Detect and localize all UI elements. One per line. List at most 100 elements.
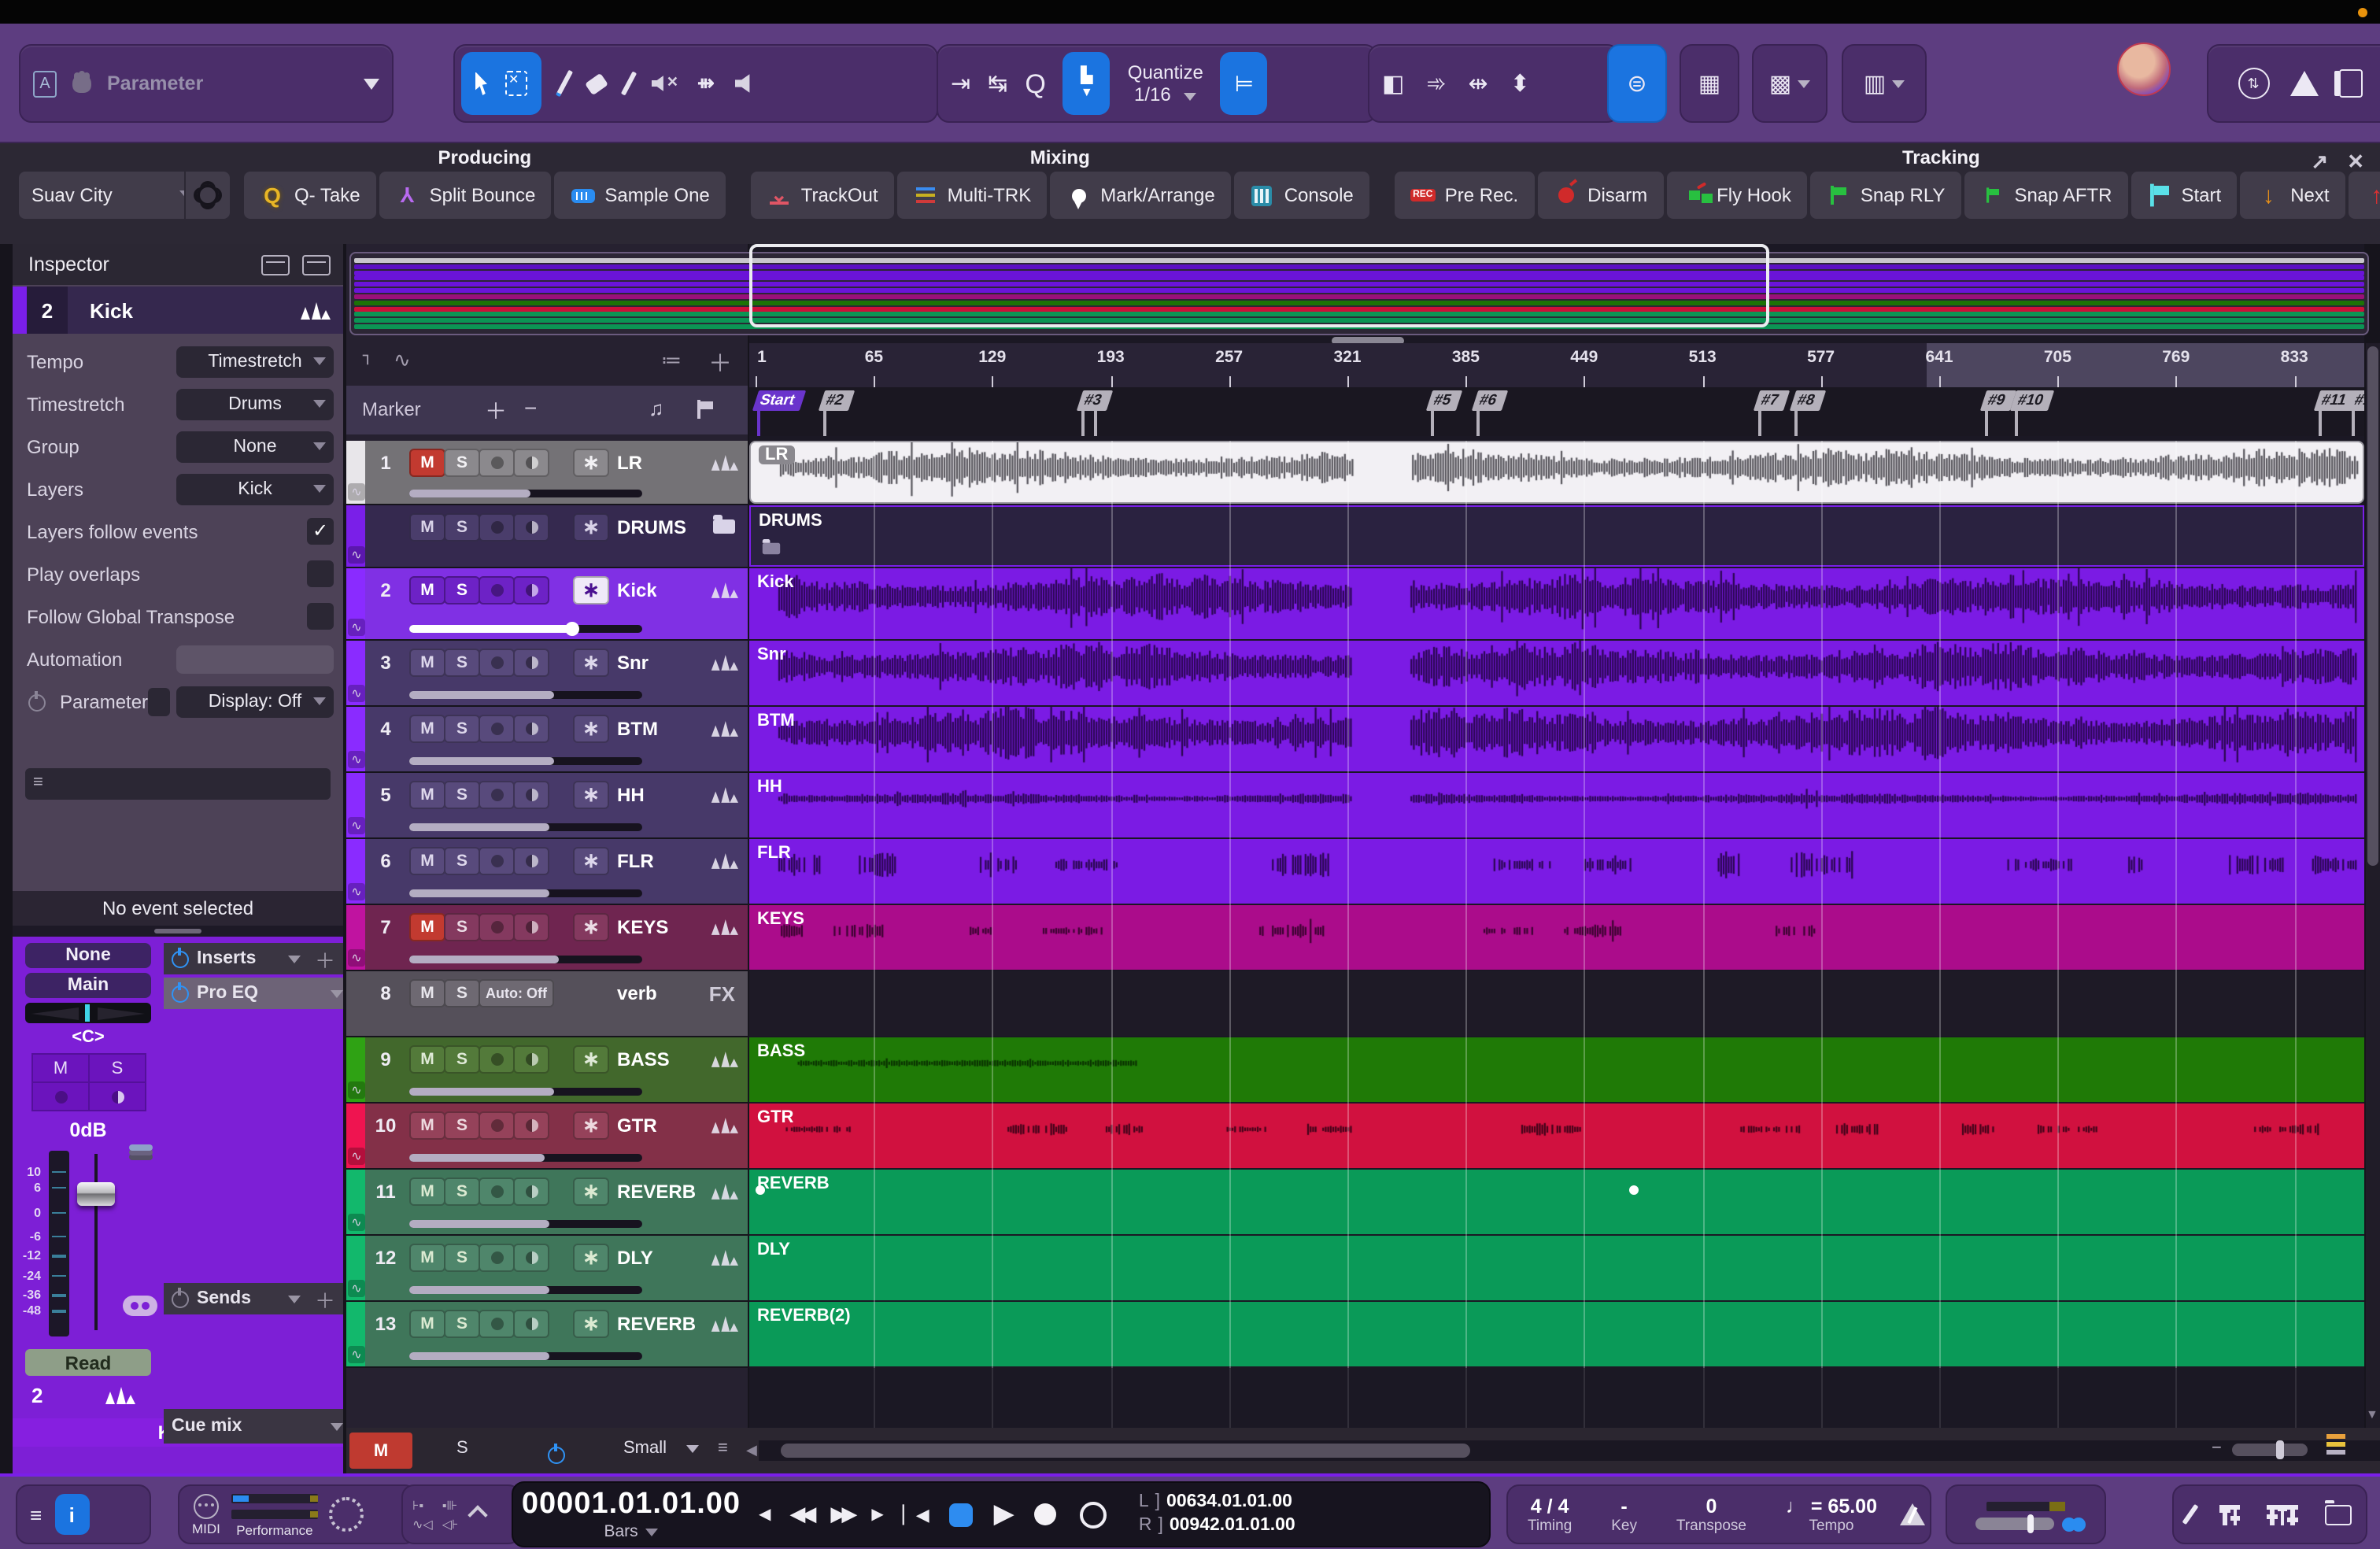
tempo-track-icon[interactable]: ♫ <box>649 397 664 420</box>
track-event-fx-button[interactable]: ∗ <box>573 781 609 809</box>
sends-add-icon[interactable]: ＋ <box>315 1284 335 1314</box>
key-setting[interactable]: -Key <box>1611 1495 1637 1534</box>
cue-mix-caret[interactable] <box>331 1422 343 1430</box>
parameter-mini-box[interactable] <box>148 688 170 716</box>
marker-flag-6[interactable]: #6 <box>1472 390 1508 411</box>
overview-viewport[interactable] <box>749 244 1769 327</box>
track-automation-toggle[interactable]: ∿ <box>348 949 365 967</box>
lane-reverb-2-[interactable]: REVERB(2) <box>749 1302 2364 1366</box>
parameter-power-icon[interactable] <box>28 694 46 712</box>
track-list-options-icon[interactable]: ≡ <box>718 1439 728 1458</box>
record-button[interactable] <box>1035 1503 1057 1525</box>
quantize-q-icon[interactable]: Q <box>1025 70 1045 97</box>
inserts-power-icon[interactable] <box>172 950 189 967</box>
macro-button-start[interactable]: Start <box>2131 172 2238 219</box>
horizontal-zoom-icon[interactable]: ⇹ <box>1469 72 1488 95</box>
track-header-drums[interactable]: ∿MS∗DRUMS <box>346 505 748 568</box>
track-monitor-button[interactable] <box>513 715 549 743</box>
track-record-button[interactable] <box>479 715 515 743</box>
track-mute-button[interactable]: M <box>409 1045 445 1074</box>
loop-range[interactable]: L]00634.01.01.00 R]00942.01.01.00 <box>1139 1491 1295 1538</box>
track-height-button[interactable]: ⊜ <box>1607 44 1667 123</box>
monitor-volume-slider[interactable] <box>1975 1518 2054 1530</box>
track-header-kick-2[interactable]: ∿2MS∗Kick <box>346 568 748 641</box>
nudge-back-button[interactable]: ◀ <box>759 1506 771 1523</box>
autoscroll-icon[interactable]: ◧ <box>1382 72 1404 95</box>
add-marker-icon[interactable]: ＋ <box>485 395 507 427</box>
track-event-fx-button[interactable]: ∗ <box>573 449 609 477</box>
track-mute-button[interactable]: M <box>409 1111 445 1140</box>
track-record-button[interactable] <box>479 1244 515 1272</box>
lane-reverb[interactable]: REVERB <box>749 1170 2364 1234</box>
parameter-dropdown-caret[interactable] <box>364 78 379 89</box>
track-solo-button[interactable]: S <box>444 649 480 677</box>
cue-mix-header[interactable]: Cue mix <box>164 1409 343 1444</box>
track-monitor-button[interactable] <box>513 576 549 604</box>
macro-button-console[interactable]: Console <box>1234 172 1369 219</box>
insert-slot-pro-eq[interactable]: Pro EQ <box>164 978 343 1009</box>
parameter-display-dropdown[interactable]: Display: Off <box>176 686 334 718</box>
track-event-fx-button[interactable]: ∗ <box>573 1244 609 1272</box>
pan-slider[interactable] <box>25 1003 151 1023</box>
channel-output-main[interactable]: Main <box>25 973 151 998</box>
inspector-compact-icon[interactable] <box>261 254 290 275</box>
zoom-slider-handle[interactable] <box>2276 1440 2284 1459</box>
track-header-dly-12[interactable]: ∿12MS∗DLY <box>346 1236 748 1302</box>
inserts-caret[interactable] <box>288 955 301 963</box>
track-mute-button[interactable]: M <box>409 847 445 875</box>
mix-view-icon[interactable]: ⇅ <box>2238 68 2269 99</box>
time-display[interactable]: 00001.01.01.00 Bars <box>513 1488 749 1541</box>
autopunch-icon[interactable]: ∿◁ <box>412 1517 433 1531</box>
macro-button-disarm[interactable]: Disarm <box>1537 172 1663 219</box>
track-monitor-button[interactable] <box>513 781 549 809</box>
track-solo-button[interactable]: S <box>444 913 480 941</box>
channel-monitor-button[interactable] <box>88 1081 146 1111</box>
mixer-faders-icon[interactable] <box>2267 1504 2298 1525</box>
global-mute-button[interactable]: M <box>349 1433 412 1469</box>
global-power-icon[interactable] <box>548 1447 565 1465</box>
horizontal-scroll-handle[interactable] <box>781 1444 1470 1458</box>
macro-button-pre-rec-[interactable]: RECPre Rec. <box>1395 172 1534 219</box>
track-monitor-button[interactable] <box>513 1045 549 1074</box>
track-size-caret[interactable] <box>686 1445 699 1453</box>
inspector-field[interactable] <box>176 645 334 674</box>
lane-lr[interactable]: LR <box>749 441 2364 504</box>
nudge-forward-button[interactable]: ▶ <box>871 1506 883 1523</box>
folder-icon[interactable] <box>713 519 735 534</box>
marker-flag-start[interactable]: Start <box>752 390 806 411</box>
track-solo-button[interactable]: S <box>444 513 480 542</box>
lane-bass[interactable]: BASS <box>749 1037 2364 1102</box>
automation-mode-button[interactable]: Read <box>25 1349 151 1376</box>
lane-drums[interactable]: DRUMS <box>749 505 2364 567</box>
cue-mix-icon[interactable] <box>2062 1517 2076 1531</box>
sends-power-icon[interactable] <box>172 1290 189 1307</box>
track-event-fx-button[interactable]: ∗ <box>573 1111 609 1140</box>
track-automation-toggle[interactable]: ∿ <box>348 619 365 636</box>
snap-button[interactable]: ⊨ <box>1221 52 1268 115</box>
macro-button-split-bounce[interactable]: YSplit Bounce <box>379 172 552 219</box>
vertical-scrollbar[interactable]: ▼ <box>2366 343 2380 1436</box>
horizontal-scrollbar[interactable] <box>759 1440 2380 1461</box>
scroll-down-icon[interactable]: ▼ <box>2366 1407 2378 1421</box>
marker-lane[interactable]: Start#2#3#5#6#7#8#9#10#11#12 <box>749 387 2364 436</box>
channel-solo-button[interactable]: S <box>88 1053 146 1083</box>
bend-tool-icon[interactable]: ⇻ <box>697 71 715 96</box>
wrench-icon[interactable]: ⌐ <box>357 353 380 365</box>
track-solo-button[interactable]: S <box>444 576 480 604</box>
marker-flag-5[interactable]: #5 <box>1425 390 1462 411</box>
inspector-dropdown[interactable]: None <box>176 431 334 463</box>
sends-caret[interactable] <box>288 1295 301 1303</box>
track-monitor-button[interactable] <box>513 513 549 542</box>
track-header-reverb-11[interactable]: ∿11MS∗REVERB <box>346 1170 748 1236</box>
quantize-caret[interactable] <box>1184 93 1197 101</box>
macro-button-mark-arrange[interactable]: Mark/Arrange <box>1050 172 1230 219</box>
track-automation-toggle[interactable]: ∿ <box>348 817 365 834</box>
track-mute-button[interactable]: M <box>409 649 445 677</box>
track-solo-button[interactable]: S <box>444 847 480 875</box>
inserts-header[interactable]: Inserts ＋ <box>164 943 343 974</box>
marker-flag-8[interactable]: #8 <box>1790 390 1826 411</box>
count-in-icon[interactable]: ◁⊦ <box>442 1517 459 1531</box>
volume-knob[interactable] <box>564 622 578 636</box>
track-mute-button[interactable]: M <box>409 1244 445 1272</box>
track-automation-toggle[interactable]: ∿ <box>348 546 365 564</box>
